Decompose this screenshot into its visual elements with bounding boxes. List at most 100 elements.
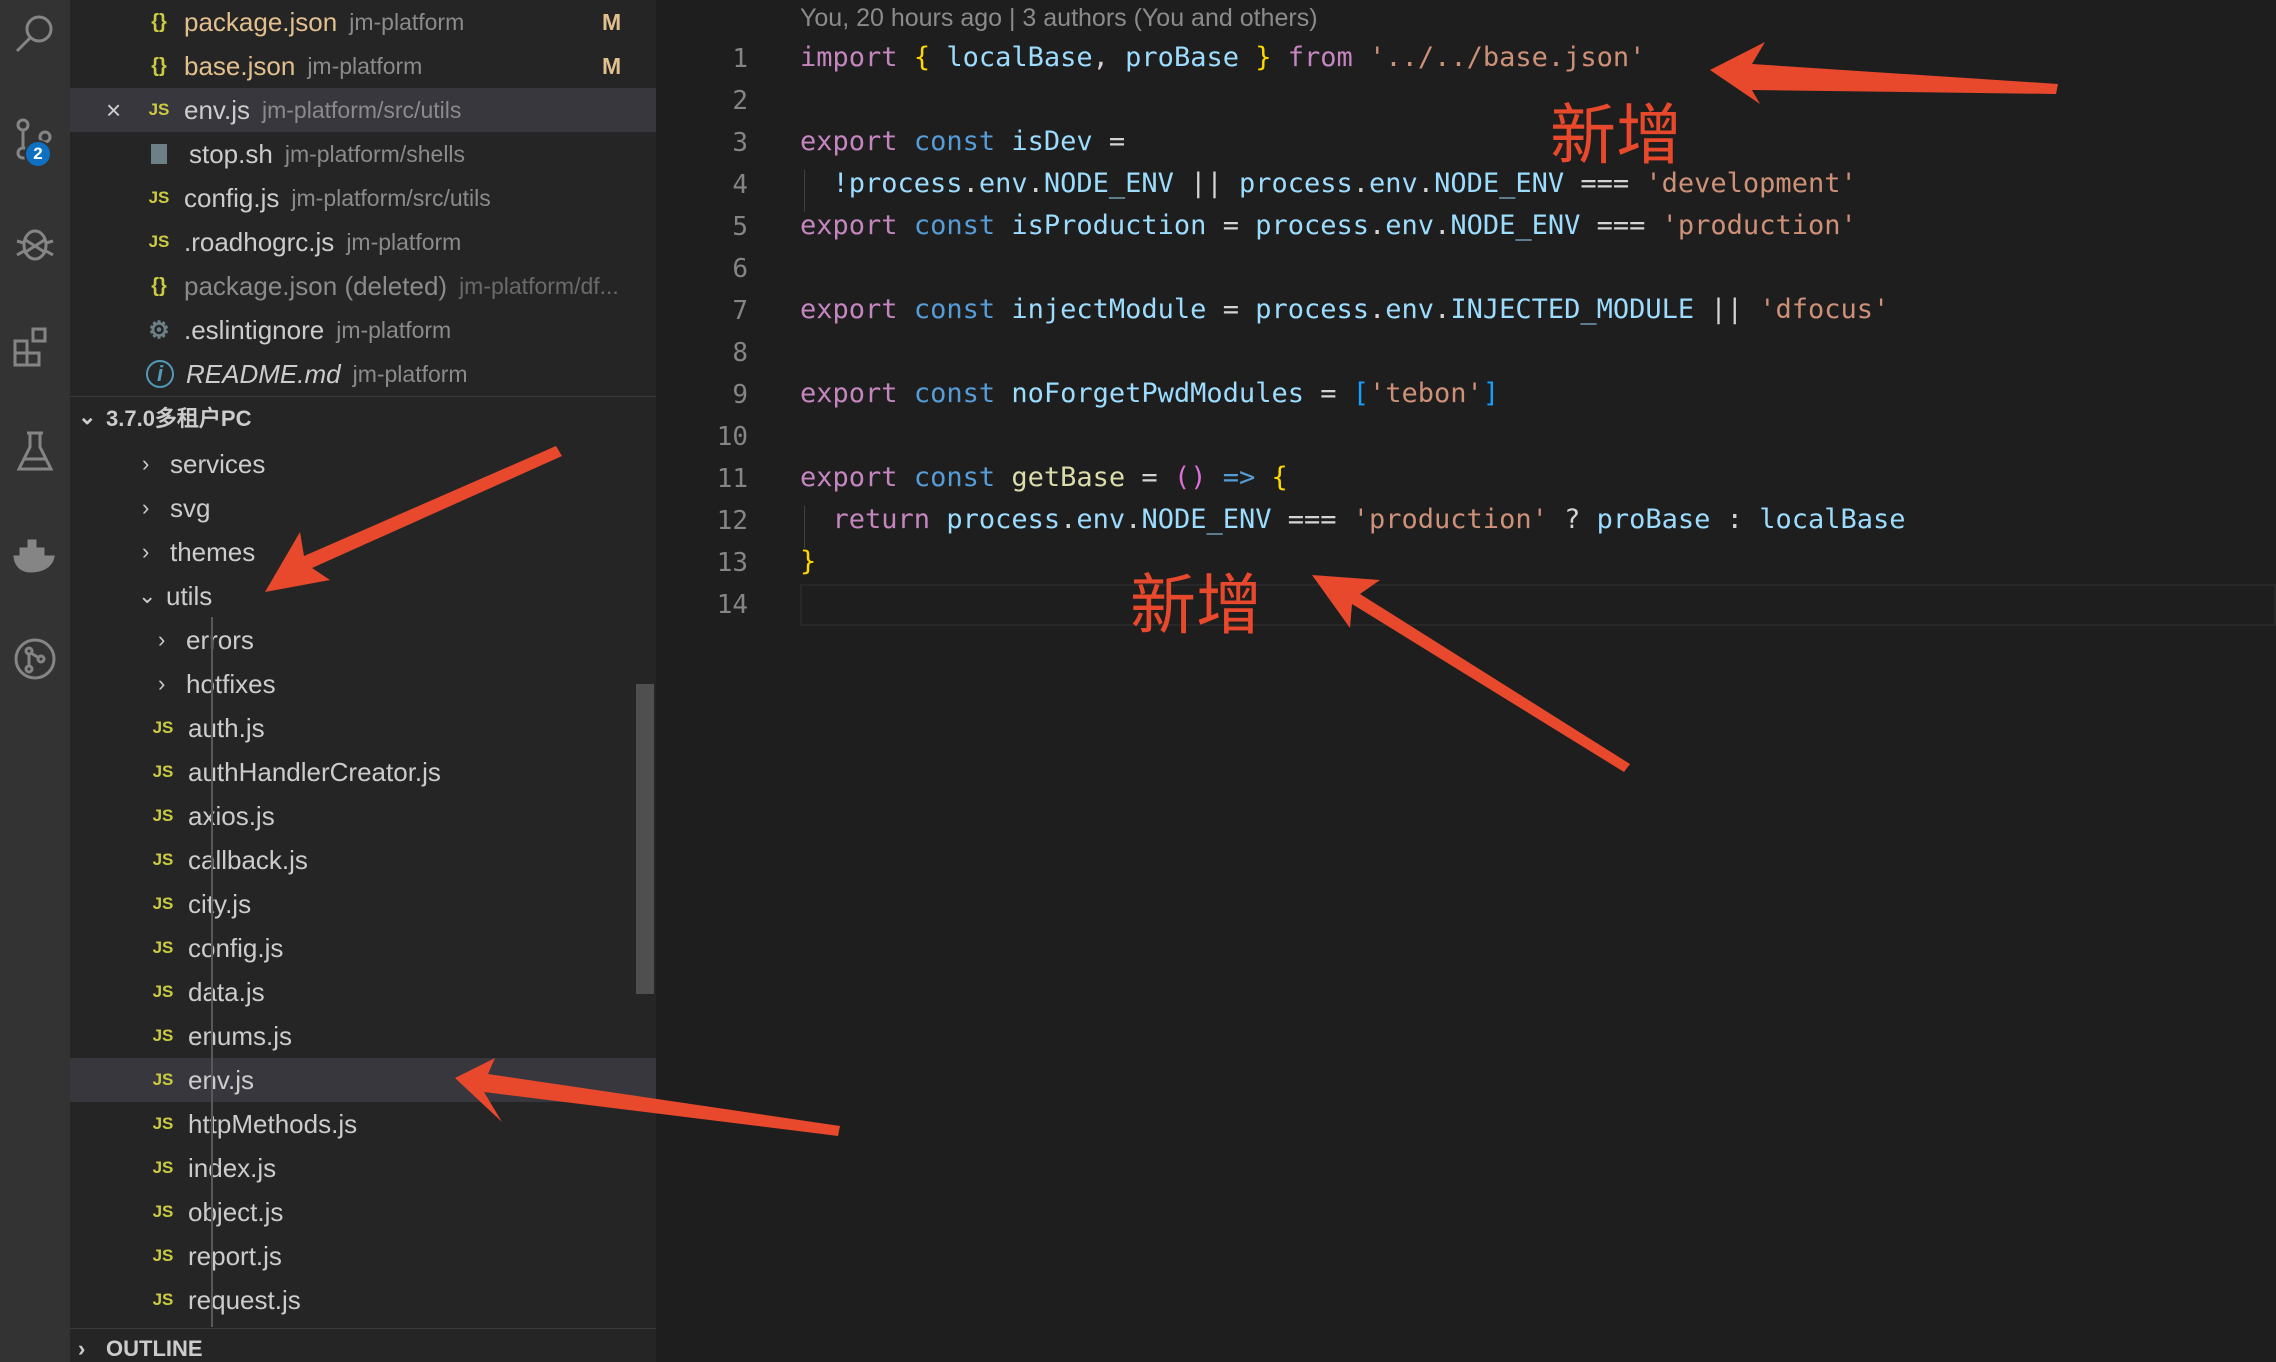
code-line: } [800, 546, 817, 577]
tree-folder-svg[interactable]: › svg [70, 486, 656, 530]
tree-file[interactable]: JS axios.js [70, 794, 656, 838]
line-number: 3 [732, 128, 748, 158]
code-line: export const isProduction = process.env.… [800, 210, 1857, 241]
js-file-icon: JS [152, 1158, 174, 1177]
json-file-icon: {} [151, 274, 167, 297]
js-file-icon: JS [152, 718, 174, 737]
js-file-icon: JS [152, 1026, 174, 1045]
js-file-icon: JS [152, 1290, 174, 1309]
line-number: 10 [716, 422, 748, 452]
line-number: 12 [716, 506, 748, 536]
js-file-icon: JS [152, 850, 174, 869]
open-editor-item[interactable]: stop.sh jm-platform/shells [70, 132, 656, 176]
tree-folder-services[interactable]: › services [70, 442, 656, 486]
tree-file[interactable]: JS httpMethods.js [70, 1102, 656, 1146]
git-graph-icon[interactable] [0, 624, 70, 694]
js-file-icon: JS [152, 1114, 174, 1133]
close-icon[interactable]: × [106, 95, 138, 126]
annotation-label: 新增 [1130, 567, 1262, 644]
tree-file[interactable]: JS callback.js [70, 838, 656, 882]
sidebar-scrollbar[interactable] [636, 684, 654, 994]
workspace-section-header[interactable]: ⌄ 3.7.0多租户PC [70, 396, 656, 436]
js-file-icon: JS [152, 982, 174, 1001]
git-blame-annotation: You, 20 hours ago | 3 authors (You and o… [800, 4, 1318, 32]
json-file-icon: {} [151, 54, 167, 77]
docker-icon[interactable] [0, 520, 70, 590]
line-number: 2 [732, 86, 748, 116]
tree-file[interactable]: JS enums.js [70, 1014, 656, 1058]
open-editor-item[interactable]: JS config.js jm-platform/src/utils [70, 176, 656, 220]
tree-folder-themes[interactable]: › themes [70, 530, 656, 574]
source-control-badge: 2 [24, 140, 52, 168]
chevron-right-icon: › [78, 1335, 86, 1361]
code-line: export const noForgetPwdModules = ['tebo… [800, 378, 1500, 409]
line-number: 8 [732, 338, 748, 368]
tree-file[interactable]: JS config.js [70, 926, 656, 970]
code-line: export const injectModule = process.env.… [800, 294, 1890, 325]
chevron-right-icon: › [142, 539, 150, 564]
tree-file-selected[interactable]: JS env.js [70, 1058, 656, 1102]
open-editor-item[interactable]: {} base.json jm-platform M [70, 44, 656, 88]
open-editor-item[interactable]: i README.md jm-platform [70, 352, 656, 396]
tree-file[interactable]: JS index.js [70, 1146, 656, 1190]
tree-file[interactable]: JS authHandlerCreator.js [70, 750, 656, 794]
current-line-highlight [800, 584, 2276, 626]
tree-file[interactable]: JS request.js [70, 1278, 656, 1322]
tree-file[interactable]: JS auth.js [70, 706, 656, 750]
line-number: 5 [732, 212, 748, 242]
open-editor-item-active[interactable]: × JS env.js jm-platform/src/utils [70, 88, 656, 132]
chevron-right-icon: › [142, 451, 150, 476]
extensions-icon[interactable] [0, 312, 70, 382]
testing-icon[interactable] [0, 416, 70, 486]
js-file-icon: JS [152, 1246, 174, 1265]
js-file-icon: JS [148, 100, 170, 119]
info-file-icon: i [146, 360, 174, 388]
open-editor-item[interactable]: {} package.json jm-platform M [70, 0, 656, 44]
chevron-right-icon: › [142, 495, 150, 520]
outline-section-header[interactable]: › OUTLINE [70, 1328, 656, 1362]
chevron-down-icon: ⌄ [138, 583, 157, 608]
line-number: 1 [732, 44, 748, 74]
js-file-icon: JS [148, 232, 170, 251]
modified-badge: M [602, 52, 622, 79]
js-file-icon: JS [152, 806, 174, 825]
activity-bar: 2 [0, 0, 70, 1362]
open-editor-item[interactable]: {} package.json (deleted) jm-platform/df… [70, 264, 656, 308]
tree-folder-utils[interactable]: ⌄ utils [70, 574, 656, 618]
code-line: return process.env.NODE_ENV === 'product… [832, 504, 1906, 535]
code-line: import { localBase, proBase } from '../.… [800, 42, 1646, 73]
code-line: !process.env.NODE_ENV || process.env.NOD… [832, 168, 1857, 199]
line-number: 13 [716, 548, 748, 578]
open-editor-item[interactable]: JS .roadhogrc.js jm-platform [70, 220, 656, 264]
open-editor-item[interactable]: ⚙ .eslintignore jm-platform [70, 308, 656, 352]
gear-file-icon: ⚙ [148, 316, 170, 344]
js-file-icon: JS [148, 188, 170, 207]
chevron-down-icon: ⌄ [78, 403, 97, 429]
js-file-icon: JS [152, 938, 174, 957]
line-number: 6 [732, 254, 748, 284]
tree-folder-hotfixes[interactable]: › hotfixes [70, 662, 656, 706]
line-number: 4 [732, 170, 748, 200]
tree-indent-guide [211, 617, 213, 1327]
code-line: export const getBase = () => { [800, 462, 1288, 493]
code-line: export const isDev = [800, 126, 1126, 157]
tree-file[interactable]: JS report.js [70, 1234, 656, 1278]
line-number: 9 [732, 380, 748, 410]
tree-file[interactable]: JS object.js [70, 1190, 656, 1234]
tree-file[interactable]: JS data.js [70, 970, 656, 1014]
chevron-right-icon: › [158, 671, 166, 696]
search-icon[interactable] [0, 0, 70, 70]
js-file-icon: JS [152, 1070, 174, 1089]
js-file-icon: JS [152, 762, 174, 781]
json-file-icon: {} [151, 10, 167, 33]
js-file-icon: JS [152, 1202, 174, 1221]
tree-folder-errors[interactable]: › errors [70, 618, 656, 662]
debug-icon[interactable] [0, 208, 70, 278]
chevron-right-icon: › [158, 627, 166, 652]
annotation-label: 新增 [1550, 97, 1682, 174]
js-file-icon: JS [152, 894, 174, 913]
tree-file[interactable]: JS city.js [70, 882, 656, 926]
modified-badge: M [602, 8, 622, 35]
line-number: 14 [716, 590, 748, 620]
code-editor[interactable]: You, 20 hours ago | 3 authors (You and o… [656, 0, 2276, 1362]
